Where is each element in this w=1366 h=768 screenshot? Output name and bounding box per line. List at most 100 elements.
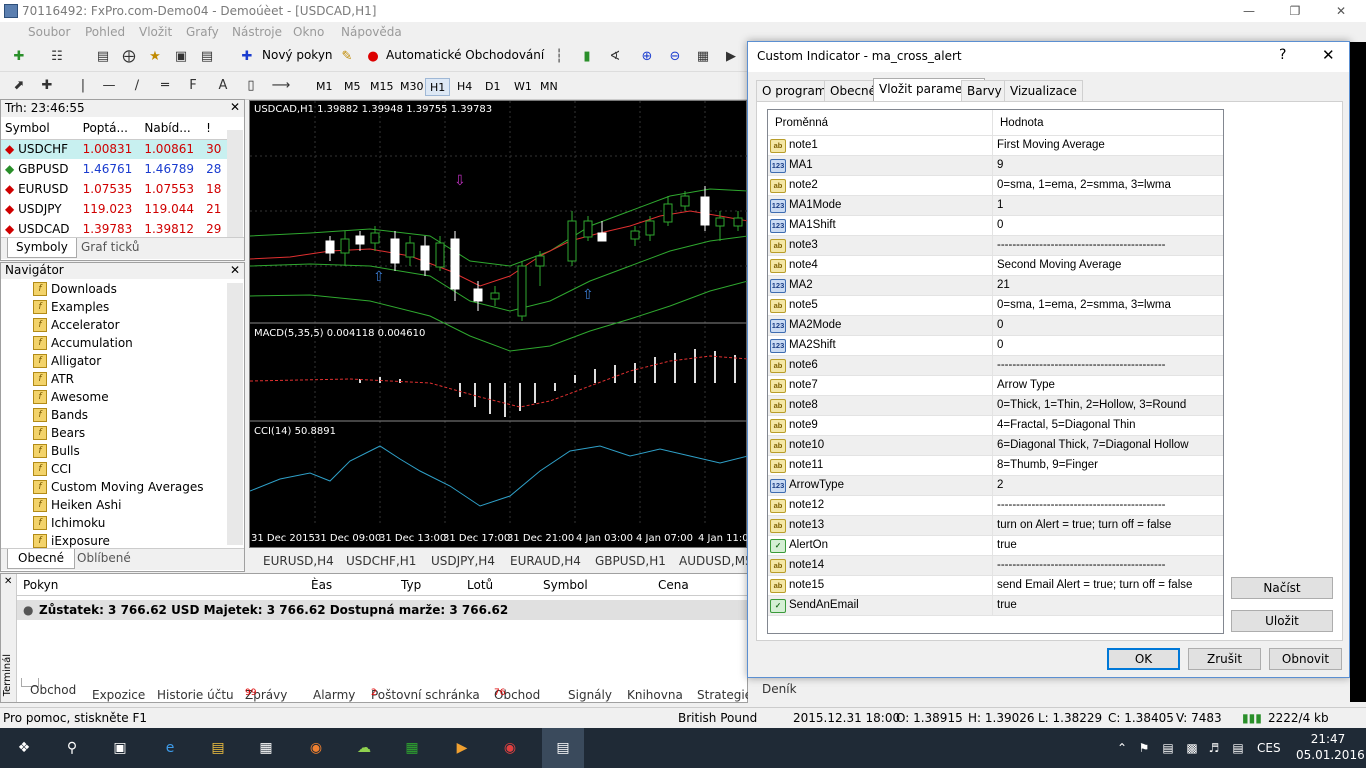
profiles-icon[interactable]: ☷ bbox=[46, 46, 68, 68]
param-value[interactable]: 0 bbox=[997, 339, 1003, 351]
terminal-icon[interactable]: ▣ bbox=[170, 46, 192, 68]
tab-oblibene[interactable]: Oblíbené bbox=[77, 551, 131, 571]
param-row[interactable]: ab note11 8=Thumb, 9=Finger bbox=[768, 456, 1223, 476]
menu-grafy[interactable]: Grafy bbox=[186, 25, 219, 39]
terminal-close-icon[interactable]: ✕ bbox=[4, 576, 12, 587]
load-button[interactable]: Načíst bbox=[1231, 577, 1333, 599]
nav-item[interactable]: f Examples bbox=[33, 298, 109, 316]
col-typ[interactable]: Typ bbox=[401, 578, 421, 592]
store-icon[interactable]: ▦ bbox=[254, 736, 278, 760]
arrows-icon[interactable]: ⟶ bbox=[270, 75, 292, 97]
nav-item[interactable]: f Heiken Ashi bbox=[33, 496, 121, 514]
col-cas[interactable]: Èas bbox=[311, 578, 332, 592]
tf-mn[interactable]: MN bbox=[536, 78, 562, 96]
windows-start-icon[interactable]: ❖ bbox=[12, 736, 36, 760]
param-value[interactable]: Second Moving Average bbox=[997, 259, 1121, 271]
restore-icon[interactable]: ❐ bbox=[1272, 0, 1318, 22]
nav-item[interactable]: f CCI bbox=[33, 460, 71, 478]
param-row[interactable]: ab note14 --------------------------------… bbox=[768, 556, 1223, 576]
param-row[interactable]: ab note10 6=Diagonal Thick, 7=Diagonal Hol… bbox=[768, 436, 1223, 456]
param-row[interactable]: 123 MA1 9 bbox=[768, 156, 1223, 176]
param-row[interactable]: ab note9 4=Fractal, 5=Diagonal Thin bbox=[768, 416, 1223, 436]
tester-icon[interactable]: ▤ bbox=[196, 46, 218, 68]
status-profile[interactable]: British Pound bbox=[678, 711, 757, 725]
auto-trading-icon[interactable]: ● bbox=[362, 46, 384, 68]
nav-item[interactable]: f ATR bbox=[33, 370, 74, 388]
table-row[interactable]: ◆ GBPUSD 1.46761 1.46789 28 bbox=[1, 159, 227, 179]
tab-obchod[interactable]: Obchod bbox=[21, 678, 76, 697]
param-value[interactable]: send Email Alert = true; turn off = fals… bbox=[997, 579, 1192, 591]
param-row[interactable]: 123 MA2 21 bbox=[768, 276, 1223, 296]
nav-item[interactable]: f Accelerator bbox=[33, 316, 120, 334]
tf-h1[interactable]: H1 bbox=[425, 78, 451, 96]
tray-monitor-icon[interactable]: ▤ bbox=[1156, 736, 1180, 760]
nav-item[interactable]: f Bulls bbox=[33, 442, 80, 460]
dialog-close-icon[interactable]: ✕ bbox=[1322, 46, 1335, 64]
chart-tab[interactable]: EURUSD,H4 bbox=[263, 554, 334, 568]
navigator-icon[interactable]: ★ bbox=[144, 46, 166, 68]
metaeditor-icon[interactable]: ✎ bbox=[336, 46, 358, 68]
fibonacci-icon[interactable]: F bbox=[182, 75, 204, 97]
navigator-scrollbar[interactable] bbox=[227, 283, 243, 545]
tray-time[interactable]: 21:47 bbox=[1300, 732, 1356, 746]
price-chart[interactable]: ⇩ ⇧ ⇧ USDCAD,H1 1.39882 1.39948 1.39755 … bbox=[249, 100, 755, 548]
reset-button[interactable]: Obnovit bbox=[1269, 648, 1342, 670]
chart-tab[interactable]: AUDUSD,M5 bbox=[679, 554, 753, 568]
table-row[interactable]: ◆ USDCHF 1.00831 1.00861 30 bbox=[1, 139, 227, 159]
task-view-icon[interactable]: ▣ bbox=[108, 736, 132, 760]
col-lotu[interactable]: Lotů bbox=[467, 578, 493, 592]
param-value[interactable]: 0=sma, 1=ema, 2=smma, 3=lwma bbox=[997, 179, 1171, 191]
candle-chart-icon[interactable]: ▮ bbox=[576, 46, 598, 68]
col-ask[interactable]: Nabíd... bbox=[140, 117, 203, 140]
table-row[interactable]: ◆ USDCAD 1.39783 1.39812 29 bbox=[1, 219, 227, 239]
volume-icon[interactable]: ♬ bbox=[1202, 736, 1226, 760]
chart-tab[interactable]: GBPUSD,H1 bbox=[595, 554, 666, 568]
nav-item[interactable]: f Bears bbox=[33, 424, 85, 442]
line-chart-icon[interactable]: ∢ bbox=[604, 46, 626, 68]
tab-obecne[interactable]: Obecné bbox=[7, 549, 76, 569]
auto-trading-button[interactable]: Automatické Obchodování bbox=[386, 48, 544, 62]
search-icon[interactable]: ⚲ bbox=[60, 736, 84, 760]
param-value[interactable]: ----------------------------------------… bbox=[997, 359, 1166, 371]
param-value[interactable]: true bbox=[997, 599, 1017, 611]
nav-item[interactable]: f Ichimoku bbox=[33, 514, 105, 532]
col-symbol[interactable]: Symbol bbox=[543, 578, 588, 592]
vertical-line-icon[interactable]: | bbox=[72, 75, 94, 97]
menu-nastroje[interactable]: Nástroje bbox=[232, 25, 282, 39]
nav-item[interactable]: f Bands bbox=[33, 406, 88, 424]
nav-item[interactable]: f Accumulation bbox=[33, 334, 133, 352]
menu-vlozit[interactable]: Vložit bbox=[139, 25, 172, 39]
dialog-help-icon[interactable]: ? bbox=[1279, 47, 1286, 63]
col-pokyn[interactable]: Pokyn bbox=[23, 578, 58, 592]
menu-napoveda[interactable]: Nápověda bbox=[341, 25, 402, 39]
param-value[interactable]: 9 bbox=[997, 159, 1003, 171]
param-value[interactable]: true bbox=[997, 539, 1017, 551]
close-icon[interactable]: ✕ bbox=[1318, 0, 1364, 22]
param-value[interactable]: First Moving Average bbox=[997, 139, 1105, 151]
param-row[interactable]: ab note5 0=sma, 1=ema, 2=smma, 3=lwma bbox=[768, 296, 1223, 316]
tf-h4[interactable]: H4 bbox=[453, 78, 476, 96]
param-row[interactable]: ab note13 turn on Alert = true; turn off =… bbox=[768, 516, 1223, 536]
ok-button[interactable]: OK bbox=[1107, 648, 1180, 670]
col-bid[interactable]: Poptá... bbox=[78, 117, 141, 140]
tf-m15[interactable]: M15 bbox=[366, 78, 398, 96]
table-row[interactable]: ◆ USDJPY 119.023 119.044 21 bbox=[1, 199, 227, 219]
param-value[interactable]: ----------------------------------------… bbox=[997, 559, 1166, 571]
param-value[interactable]: 1 bbox=[997, 199, 1003, 211]
param-row[interactable]: ab note15 send Email Alert = true; turn of… bbox=[768, 576, 1223, 596]
param-value[interactable]: ----------------------------------------… bbox=[997, 239, 1166, 251]
navigator-close-icon[interactable]: ✕ bbox=[230, 263, 240, 277]
param-row[interactable]: 123 MA2Shift 0 bbox=[768, 336, 1223, 356]
trendline-icon[interactable]: ∕ bbox=[126, 75, 148, 97]
tray-language[interactable]: CES bbox=[1257, 741, 1281, 755]
tab-vizualizace[interactable]: Vizualizace bbox=[1004, 80, 1083, 102]
explorer-icon[interactable]: ▤ bbox=[206, 736, 230, 760]
param-row[interactable]: ab note7 Arrow Type bbox=[768, 376, 1223, 396]
tf-m5[interactable]: M5 bbox=[340, 78, 365, 96]
param-row[interactable]: 123 ArrowType 2 bbox=[768, 476, 1223, 496]
menu-pohled[interactable]: Pohled bbox=[85, 25, 125, 39]
col-hodnota[interactable]: Hodnota bbox=[1000, 117, 1043, 129]
param-value[interactable]: 0 bbox=[997, 319, 1003, 331]
tab-denik-visible[interactable]: Deník bbox=[762, 682, 797, 696]
param-row[interactable]: 123 MA1Shift 0 bbox=[768, 216, 1223, 236]
